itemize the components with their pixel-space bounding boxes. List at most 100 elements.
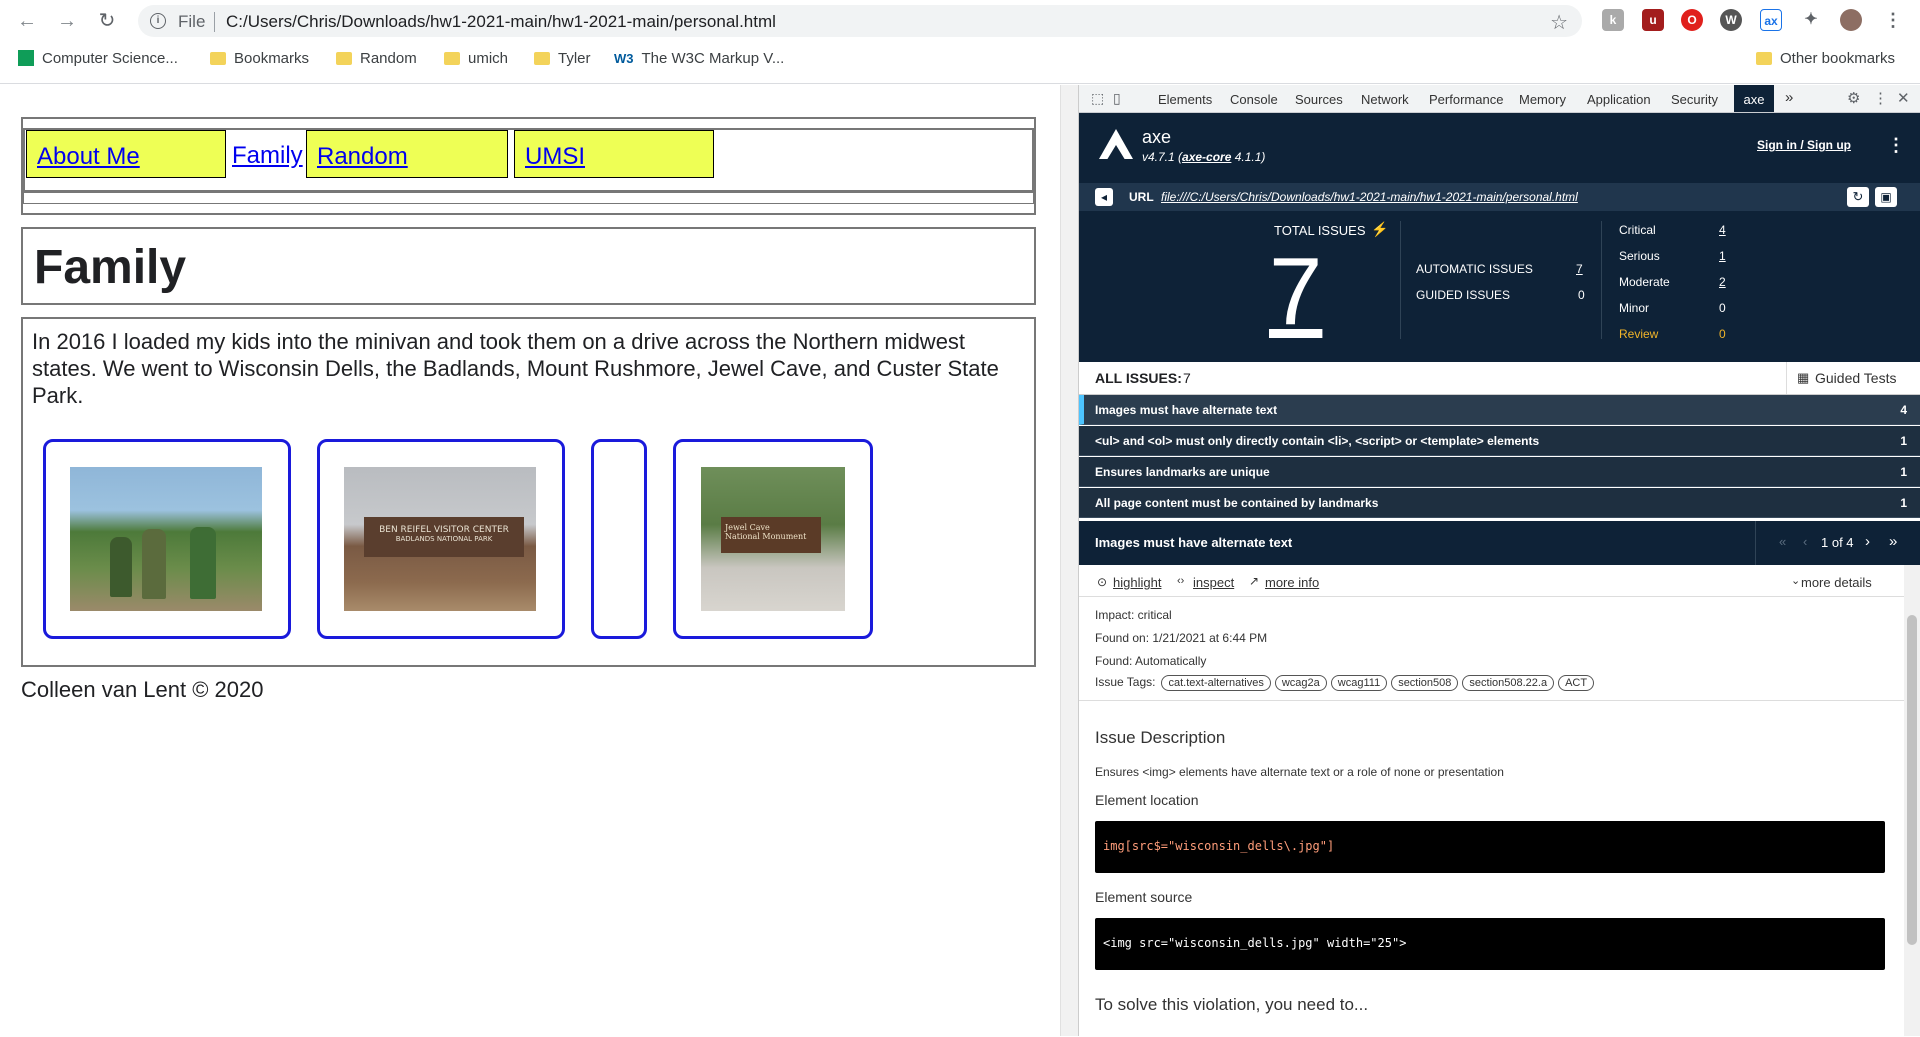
more-details-toggle[interactable]: more details — [1801, 575, 1872, 590]
issue-description-text: Ensures <img> elements have alternate te… — [1095, 765, 1504, 779]
bookmark-random[interactable]: Random — [336, 50, 417, 67]
close-icon[interactable]: ✕ — [1897, 89, 1910, 107]
guided-tests-button[interactable]: Guided Tests — [1815, 370, 1896, 386]
axe-core-link[interactable]: axe-core — [1182, 150, 1231, 164]
guided-count: 0 — [1578, 288, 1585, 302]
element-location-code[interactable]: img[src$="wisconsin_dells\.jpg"] — [1095, 821, 1885, 873]
first-page-icon[interactable]: « — [1779, 534, 1786, 549]
issue-title: Ensures landmarks are unique — [1095, 465, 1270, 479]
nav-umsi[interactable]: UMSI — [514, 130, 714, 178]
last-page-icon[interactable]: » — [1889, 533, 1897, 550]
opera-icon[interactable]: O — [1681, 9, 1703, 31]
sign-in-link[interactable]: Sign in / Sign up — [1757, 138, 1851, 152]
menu-dots-icon[interactable]: ⋮ — [1882, 9, 1904, 31]
severity-critical-count[interactable]: 4 — [1719, 223, 1726, 237]
issue-row-list[interactable]: <ul> and <ol> must only directly contain… — [1079, 426, 1920, 456]
nav-about-me[interactable]: About Me — [26, 130, 226, 178]
forward-icon[interactable]: → — [54, 8, 80, 34]
nav-family[interactable]: Family — [232, 142, 303, 170]
nav-link[interactable]: About Me — [37, 143, 140, 170]
nav-link[interactable]: UMSI — [525, 143, 585, 170]
tab-application[interactable]: Application — [1587, 92, 1651, 107]
severity-critical-label: Critical — [1619, 223, 1656, 237]
bookmark-umich[interactable]: umich — [444, 50, 508, 67]
tab-performance[interactable]: Performance — [1429, 92, 1503, 107]
devtools-scrollbar[interactable] — [1904, 565, 1920, 1036]
photo-frame-jewel-cave: Jewel Cave National Monument — [673, 439, 873, 639]
highlight-button[interactable]: highlight — [1113, 575, 1161, 590]
nav-link[interactable]: Random — [317, 143, 408, 170]
tab-security[interactable]: Security — [1671, 92, 1718, 107]
nav-random[interactable]: Random — [306, 130, 508, 178]
tab-console[interactable]: Console — [1230, 92, 1278, 107]
more-tabs-icon[interactable]: » — [1785, 89, 1793, 106]
rescan-icon[interactable]: ↻ — [1847, 187, 1869, 207]
grid-icon: ▦ — [1797, 370, 1810, 385]
tab-elements[interactable]: Elements — [1158, 92, 1212, 107]
more-info-link[interactable]: more info — [1265, 575, 1319, 590]
automatic-count[interactable]: 7 — [1576, 262, 1583, 276]
all-issues-bar: ALL ISSUES: 7 ▦ Guided Tests — [1079, 362, 1920, 395]
page-scrollbar[interactable] — [1060, 85, 1078, 1036]
info-icon[interactable]: i — [150, 13, 166, 29]
tab-memory[interactable]: Memory — [1519, 92, 1566, 107]
photo-wisconsin-dells — [70, 467, 262, 611]
inspect-button[interactable]: inspect — [1193, 575, 1234, 590]
scrollbar-thumb[interactable] — [1907, 615, 1917, 945]
scanned-url[interactable]: file:///C:/Users/Chris/Downloads/hw1-202… — [1161, 190, 1578, 204]
severity-serious-count[interactable]: 1 — [1719, 249, 1726, 263]
axe-menu-icon[interactable]: ⋮ — [1887, 135, 1905, 156]
element-source-heading: Element source — [1095, 889, 1193, 905]
devtools-menu-icon[interactable]: ⋮ — [1873, 89, 1888, 107]
address-bar[interactable]: i File C:/Users/Chris/Downloads/hw1-2021… — [138, 5, 1582, 37]
page-title: Family — [34, 241, 187, 294]
issue-row-landmarks-content[interactable]: All page content must be contained by la… — [1079, 488, 1920, 518]
save-icon[interactable]: ▣ — [1875, 187, 1897, 207]
issue-description-heading: Issue Description — [1095, 728, 1226, 747]
bookmark-bookmarks[interactable]: Bookmarks — [210, 50, 309, 67]
bookmark-star-icon[interactable]: ☆ — [1550, 10, 1568, 35]
back-arrow-icon[interactable]: ◂ — [1095, 188, 1113, 206]
inspect-element-icon[interactable]: ⬚ — [1091, 90, 1104, 107]
puzzle-icon[interactable]: ✦ — [1800, 9, 1822, 31]
ublock-icon[interactable]: u — [1642, 9, 1664, 31]
issue-count: 1 — [1900, 465, 1907, 479]
severity-moderate-count[interactable]: 2 — [1719, 275, 1726, 289]
wordpress-icon[interactable]: W — [1720, 9, 1742, 31]
tab-axe[interactable]: axe — [1734, 85, 1774, 112]
tab-sources[interactable]: Sources — [1295, 92, 1343, 107]
extension-icon[interactable]: k — [1602, 9, 1624, 31]
bookmark-label: Random — [360, 50, 417, 67]
tags-label: Issue Tags: — [1095, 675, 1156, 689]
issue-tags: Issue Tags: cat.text-alternatives wcag2a wc… — [1095, 675, 1598, 691]
prev-page-icon[interactable]: ‹ — [1803, 534, 1807, 549]
bookmark-other[interactable]: Other bookmarks — [1756, 50, 1895, 67]
photo-badlands: BEN REIFEL VISITOR CENTER BADLANDS NATIO… — [344, 467, 536, 611]
severity-minor-label: Minor — [1619, 301, 1650, 315]
sign-text: BADLANDS NATIONAL PARK — [395, 535, 493, 543]
tag: wcag111 — [1330, 675, 1388, 691]
element-source-code[interactable]: <img src="wisconsin_dells.jpg" width="25… — [1095, 918, 1885, 970]
severity-serious-label: Serious — [1619, 249, 1660, 263]
axe-extension-icon[interactable]: ax — [1760, 9, 1782, 31]
issue-row-alt-text[interactable]: Images must have alternate text 4 — [1079, 395, 1920, 425]
avatar[interactable] — [1840, 9, 1862, 31]
bookmark-w3c[interactable]: W3 The W3C Markup V... — [614, 50, 784, 67]
reload-icon[interactable]: ↻ — [94, 8, 120, 34]
folder-icon — [1756, 52, 1772, 65]
url-text[interactable]: C:/Users/Chris/Downloads/hw1-2021-main/h… — [226, 12, 776, 32]
issue-row-landmarks-unique[interactable]: Ensures landmarks are unique 1 — [1079, 457, 1920, 487]
version-prefix: v4.7.1 ( — [1142, 150, 1183, 164]
bookmark-computer-science[interactable]: Computer Science... — [18, 50, 178, 67]
settings-gear-icon[interactable]: ⚙ — [1847, 89, 1860, 107]
total-issues-count[interactable]: 7 — [1269, 237, 1322, 347]
issue-count: 4 — [1900, 403, 1907, 417]
back-icon[interactable]: ← — [14, 8, 40, 34]
issue-title: All page content must be contained by la… — [1095, 496, 1379, 510]
tab-network[interactable]: Network — [1361, 92, 1409, 107]
bookmark-tyler[interactable]: Tyler — [534, 50, 591, 67]
tag: ACT — [1558, 675, 1595, 691]
next-page-icon[interactable]: › — [1865, 533, 1870, 550]
divider — [1079, 596, 1905, 597]
device-toolbar-icon[interactable]: ▯ — [1113, 90, 1121, 107]
